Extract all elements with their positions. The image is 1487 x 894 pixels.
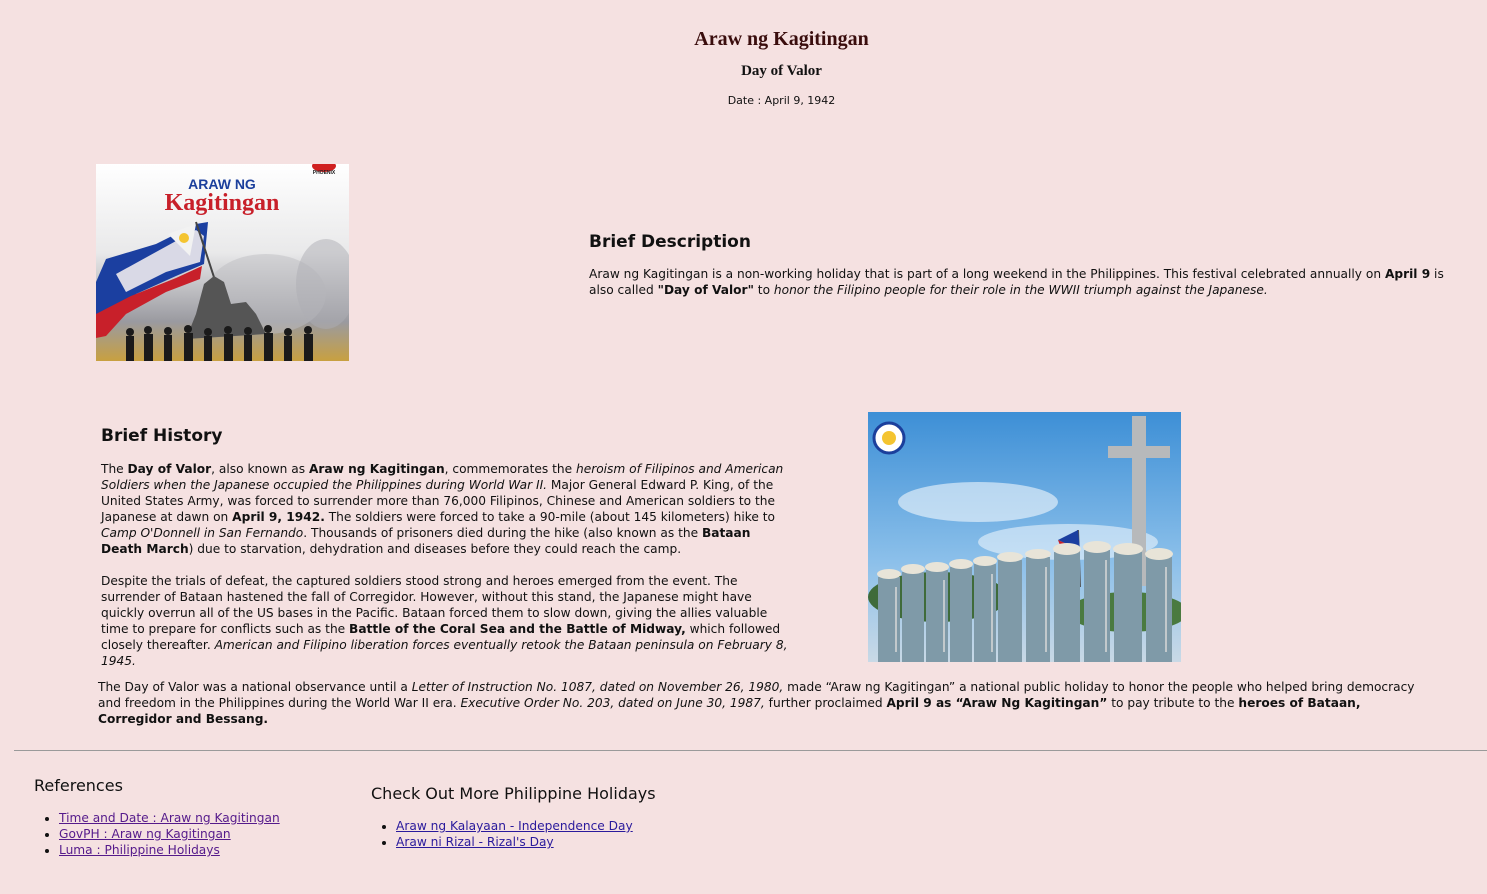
paragraph-segment: April 9, 1942. [232, 510, 325, 524]
paragraph-segment: , also known as [211, 462, 309, 476]
list-item: Araw ng Kalayaan - Independence Day [396, 818, 633, 834]
soldiers-ceremony-photo [868, 412, 1181, 662]
brief-history-heading: Brief History [101, 426, 223, 446]
paragraph-segment: The [101, 462, 128, 476]
list-item: GovPH : Araw ng Kagitingan [59, 826, 280, 842]
paragraph-segment: Letter of Instruction No. 1087, dated on… [411, 680, 784, 694]
reference-link-govph[interactable]: GovPH : Araw ng Kagitingan [59, 827, 231, 841]
paragraph-segment: April 9 as “Araw Ng Kagitingan” [886, 696, 1108, 710]
paragraph-segment: The Day of Valor was a national observan… [98, 680, 412, 694]
paragraph-segment: Executive Order No. 203, dated on June 3… [460, 696, 765, 710]
more-holidays-heading: Check Out More Philippine Holidays [371, 784, 656, 803]
list-item: Time and Date : Araw ng Kagitingan [59, 810, 280, 826]
paragraph-segment: ) due to starvation, dehydration and dis… [188, 542, 682, 556]
poster-brand: PHOENIX [313, 170, 336, 176]
page-subtitle: Day of Valor [741, 63, 822, 79]
history-paragraph-3: The Day of Valor was a national observan… [98, 679, 1418, 727]
page-date: Date : April 9, 1942 [727, 94, 836, 107]
list-item: Araw ni Rizal - Rizal's Day [396, 834, 633, 850]
paragraph-segment: Battle of the Coral Sea and the Battle o… [349, 622, 686, 636]
paragraph-segment: The soldiers were forced to take a 90-mi… [324, 510, 775, 524]
brief-description-heading: Brief Description [589, 232, 751, 252]
paragraph-segment: Araw ng Kagitingan [308, 462, 445, 476]
references-list: Time and Date : Araw ng Kagitingan GovPH… [34, 810, 280, 858]
reference-link-timeanddate[interactable]: Time and Date : Araw ng Kagitingan [59, 811, 280, 825]
paragraph-segment: further proclaimed [764, 696, 887, 710]
poster-line2: Kagitingan [165, 190, 280, 216]
page-title: Araw ng Kagitingan [694, 28, 869, 50]
holiday-link-independence-day[interactable]: Araw ng Kalayaan - Independence Day [396, 819, 633, 833]
paragraph-segment: Camp O'Donnell in San Fernando [101, 526, 304, 540]
paragraph-segment: Day of Valor [127, 462, 212, 476]
paragraph-segment: , commemorates the [444, 462, 576, 476]
brief-description-text: Araw ng Kagitingan is a non-working holi… [589, 267, 1444, 297]
more-holidays-list: Araw ng Kalayaan - Independence Day Araw… [371, 818, 633, 850]
footer-divider [14, 750, 1487, 751]
holiday-link-rizal-day[interactable]: Araw ni Rizal - Rizal's Day [396, 835, 554, 849]
references-heading: References [34, 776, 123, 795]
araw-ng-kagitingan-poster-image: ARAW NG Kagitingan PHOENIX [96, 164, 349, 361]
reference-link-luma[interactable]: Luma : Philippine Holidays [59, 843, 220, 857]
paragraph-segment: to pay tribute to the [1107, 696, 1239, 710]
paragraph-segment: . Thousands of prisoners died during the… [303, 526, 702, 540]
list-item: Luma : Philippine Holidays [59, 842, 280, 858]
history-paragraph-2: Despite the trials of defeat, the captur… [101, 573, 791, 669]
history-paragraph-1: The Day of Valor, also known as Araw ng … [101, 461, 791, 557]
